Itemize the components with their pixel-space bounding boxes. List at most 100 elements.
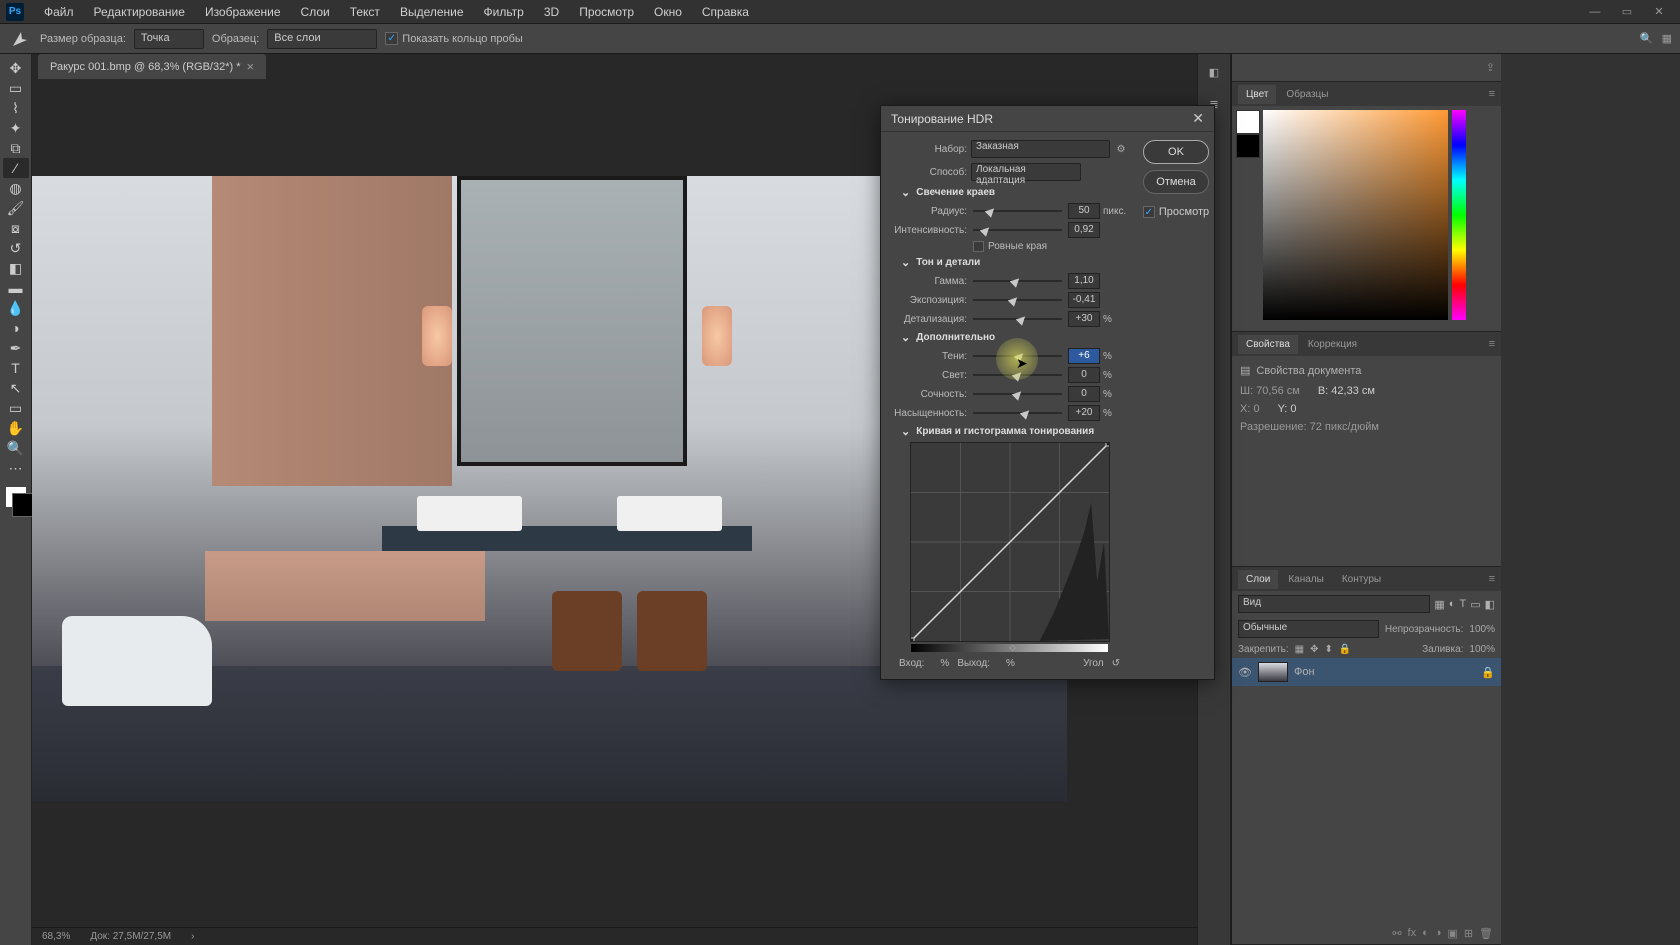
menu-3d[interactable]: 3D <box>534 1 569 23</box>
section-curve[interactable]: Кривая и гистограмма тонирования <box>901 425 1128 438</box>
shadow-slider[interactable] <box>973 349 1062 363</box>
tool-eraser[interactable]: ◧ <box>3 258 29 278</box>
toning-curve[interactable] <box>910 442 1110 642</box>
tool-blur[interactable]: 💧 <box>3 298 29 318</box>
tool-text[interactable]: T <box>3 358 29 378</box>
tool-wand[interactable]: ✦ <box>3 118 29 138</box>
panel-menu-icon[interactable]: ≡ <box>1489 573 1501 585</box>
tool-marquee[interactable]: ▭ <box>3 78 29 98</box>
tab-channels[interactable]: Каналы <box>1280 570 1332 589</box>
menu-window[interactable]: Окно <box>644 1 692 23</box>
menu-file[interactable]: Файл <box>34 1 84 23</box>
filter-shape-icon[interactable]: ▭ <box>1470 598 1480 611</box>
menu-help[interactable]: Справка <box>692 1 759 23</box>
tab-paths[interactable]: Контуры <box>1334 570 1389 589</box>
section-advanced[interactable]: Дополнительно <box>901 331 1128 344</box>
workspace-icon[interactable]: ▦ <box>1662 32 1672 45</box>
radius-value[interactable]: 50 <box>1068 203 1100 219</box>
window-maximize[interactable]: ▭ <box>1612 3 1642 21</box>
filter-text-icon[interactable]: T <box>1459 598 1466 610</box>
shadow-value[interactable]: +6 <box>1068 348 1100 364</box>
visibility-icon[interactable]: 👁 <box>1238 666 1252 679</box>
tool-lasso[interactable]: ⌇ <box>3 98 29 118</box>
lock-nesting-icon[interactable]: ⬍ <box>1325 644 1333 655</box>
panel-menu-icon[interactable]: ≡ <box>1489 88 1501 100</box>
tool-gradient[interactable]: ▬ <box>3 278 29 298</box>
tool-zoom[interactable]: 🔍 <box>3 438 29 458</box>
fill-value[interactable]: 100% <box>1469 644 1495 655</box>
layer-row-background[interactable]: 👁 Фон 🔒 <box>1232 658 1501 686</box>
blend-mode-select[interactable]: Обычные <box>1238 620 1379 638</box>
close-icon[interactable]: × <box>246 59 254 74</box>
preset-select[interactable]: Заказная <box>971 140 1110 158</box>
new-group-icon[interactable]: ▣ <box>1447 927 1457 940</box>
menu-image[interactable]: Изображение <box>195 1 291 23</box>
section-edge-glow[interactable]: Свечение краев <box>901 186 1128 199</box>
color-preview[interactable] <box>1236 110 1260 160</box>
tool-crop[interactable]: ⧉ <box>3 138 29 158</box>
strength-value[interactable]: 0,92 <box>1068 222 1100 238</box>
smooth-edges-checkbox[interactable] <box>973 241 984 252</box>
layer-thumbnail[interactable] <box>1258 662 1288 682</box>
exposure-value[interactable]: -0,41 <box>1068 292 1100 308</box>
link-layers-icon[interactable]: ⚯ <box>1392 927 1401 940</box>
cancel-button[interactable]: Отмена <box>1143 170 1209 194</box>
menu-layers[interactable]: Слои <box>291 1 340 23</box>
vibrance-slider[interactable] <box>973 387 1062 401</box>
section-tone-detail[interactable]: Тон и детали <box>901 256 1128 269</box>
layer-style-icon[interactable]: fx <box>1408 927 1417 940</box>
tool-stamp[interactable]: ⧇ <box>3 218 29 238</box>
status-doc-size[interactable]: Док: 27,5M/27,5M <box>90 931 171 942</box>
opacity-value[interactable]: 100% <box>1469 624 1495 635</box>
delete-layer-icon[interactable]: 🗑 <box>1479 927 1493 940</box>
dialog-close-icon[interactable]: ✕ <box>1192 110 1204 127</box>
status-chevron-icon[interactable]: › <box>191 931 194 942</box>
tab-swatches[interactable]: Образцы <box>1278 85 1336 104</box>
filter-adjust-icon[interactable]: ◐ <box>1449 598 1456 610</box>
menu-select[interactable]: Выделение <box>390 1 474 23</box>
show-ring-checkbox[interactable]: ✓ <box>385 32 398 45</box>
current-tool-icon[interactable] <box>8 27 32 51</box>
filter-pixel-icon[interactable]: ▦ <box>1434 598 1444 611</box>
layer-mask-icon[interactable]: ◐ <box>1422 927 1429 940</box>
tool-heal[interactable]: ◍ <box>3 178 29 198</box>
tool-path[interactable]: ↖ <box>3 378 29 398</box>
detail-slider[interactable] <box>973 312 1062 326</box>
tool-hand[interactable]: ✋ <box>3 418 29 438</box>
tool-pen[interactable]: ✒ <box>3 338 29 358</box>
tool-move[interactable]: ✥ <box>3 58 29 78</box>
sample-select[interactable]: Все слои <box>267 29 377 49</box>
document-tab[interactable]: Ракурс 001.bmp @ 68,3% (RGB/32*) * × <box>38 54 266 79</box>
menu-filter[interactable]: Фильтр <box>474 1 534 23</box>
gear-icon[interactable]: ⚙ <box>1114 142 1128 156</box>
reset-icon[interactable]: ↺ <box>1112 658 1120 669</box>
lock-pixels-icon[interactable]: ▦ <box>1295 644 1304 655</box>
menu-view[interactable]: Просмотр <box>569 1 644 23</box>
exposure-slider[interactable] <box>973 293 1062 307</box>
saturation-slider[interactable] <box>973 406 1062 420</box>
tool-eyedropper[interactable]: ⁄ <box>3 158 29 178</box>
tab-properties[interactable]: Свойства <box>1238 335 1298 354</box>
tool-shape[interactable]: ▭ <box>3 398 29 418</box>
method-select[interactable]: Локальная адаптация <box>971 163 1081 181</box>
new-fill-icon[interactable]: ◑ <box>1435 927 1442 940</box>
tool-history-brush[interactable]: ↺ <box>3 238 29 258</box>
share-icon[interactable]: ⇪ <box>1486 61 1495 74</box>
filter-smart-icon[interactable]: ◧ <box>1485 598 1495 611</box>
status-zoom[interactable]: 68,3% <box>42 931 70 942</box>
saturation-value[interactable]: +20 <box>1068 405 1100 421</box>
strength-slider[interactable] <box>973 223 1062 237</box>
ok-button[interactable]: OK <box>1143 140 1209 164</box>
curve-gradient-strip[interactable]: ◇ <box>911 644 1108 652</box>
tool-edit-toolbar[interactable]: ⋯ <box>3 458 29 478</box>
highlight-value[interactable]: 0 <box>1068 367 1100 383</box>
highlight-slider[interactable] <box>973 368 1062 382</box>
layer-name[interactable]: Фон <box>1294 666 1315 678</box>
hue-slider[interactable] <box>1452 110 1466 320</box>
gamma-slider[interactable] <box>973 274 1062 288</box>
color-field[interactable] <box>1263 110 1448 320</box>
window-minimize[interactable]: — <box>1580 3 1610 21</box>
tab-color[interactable]: Цвет <box>1238 85 1276 104</box>
search-icon[interactable]: 🔍 <box>1640 32 1654 45</box>
panel-icon-1[interactable]: ◧ <box>1204 62 1224 82</box>
